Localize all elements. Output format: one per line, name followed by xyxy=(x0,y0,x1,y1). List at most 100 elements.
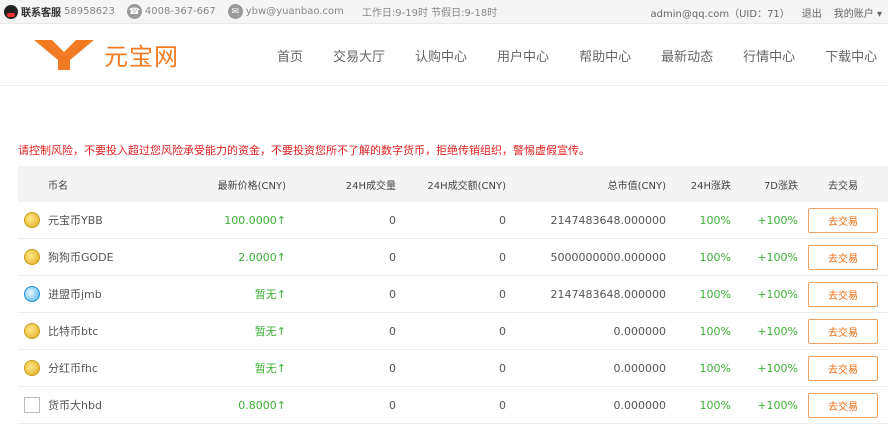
header-change-24h: 24H涨跌 xyxy=(690,180,731,192)
header-cap: 总市值(CNY) xyxy=(607,180,666,192)
phone-icon: ☎ xyxy=(126,4,142,19)
table-row: 元宝币YBB 100.0000↑ 0 0 2147483648.000000 100% +1… xyxy=(18,202,888,239)
coin-icon xyxy=(24,397,40,413)
cap-cell: 2147483648.000000 xyxy=(550,287,666,301)
action-cell: 去交易 xyxy=(798,207,888,233)
coin-icon xyxy=(24,286,40,302)
cap-cell: 0.000000 xyxy=(613,398,667,412)
coin-name: 狗狗币GODE xyxy=(48,251,114,264)
trade-button[interactable]: 去交易 xyxy=(808,392,878,418)
coin-name: 货币大hbd xyxy=(48,399,102,412)
price-cell: 100.0000↑ xyxy=(168,214,286,227)
header-price: 最新价格(CNY) xyxy=(217,180,286,192)
change-7d-cell: +100% xyxy=(757,250,798,264)
action-cell: 去交易 xyxy=(798,244,888,270)
kefu-label: 联系客服 xyxy=(21,8,61,19)
trade-button[interactable]: 去交易 xyxy=(808,244,878,270)
change-24h-cell: 100% xyxy=(699,398,731,412)
header-change-7d: 7D涨跌 xyxy=(763,180,798,192)
kefu-contact[interactable]: 联系客服 58958623 xyxy=(4,4,115,19)
cap-cell: 0.000000 xyxy=(613,361,667,375)
volume-cell: 0 xyxy=(389,213,396,227)
hours-text: 工作日:9-19时 节假日:9-18时 xyxy=(361,8,498,19)
price-value: 0.8000 xyxy=(238,398,277,412)
coin-icon xyxy=(24,360,40,376)
coin-icon xyxy=(24,249,40,265)
logo-mark-icon xyxy=(34,40,94,70)
coin-name-cell[interactable]: 比特币btc xyxy=(18,323,168,339)
main-nav: 首页 交易大厅 认购中心 用户中心 帮助中心 最新动态 行情中心 下载中心 xyxy=(262,24,888,86)
logout-link[interactable]: 退出 xyxy=(802,9,822,20)
price-cell: 暂无↑ xyxy=(168,360,286,376)
coin-name: 分红币fhc xyxy=(48,362,98,375)
coin-name: 比特币btc xyxy=(48,325,99,338)
my-account-link[interactable]: 我的账户 ▾ xyxy=(834,9,882,20)
amount-cell: 0 xyxy=(499,250,506,264)
volume-cell: 0 xyxy=(389,398,396,412)
trade-button[interactable]: 去交易 xyxy=(808,281,878,307)
action-cell: 去交易 xyxy=(798,281,888,307)
volume-cell: 0 xyxy=(389,250,396,264)
change-24h-cell: 100% xyxy=(699,213,731,227)
change-7d-cell: +100% xyxy=(757,324,798,338)
coin-icon xyxy=(24,323,40,339)
trade-button[interactable]: 去交易 xyxy=(808,355,878,381)
table-header: 币名 最新价格(CNY) 24H成交量 24H成交额(CNY) 总市值(CNY)… xyxy=(18,166,888,202)
arrow-up-icon: ↑ xyxy=(276,398,286,412)
trade-button[interactable]: 去交易 xyxy=(808,318,878,344)
volume-cell: 0 xyxy=(389,324,396,338)
email-contact[interactable]: ✉ ybw@yuanbao.com xyxy=(227,4,344,19)
amount-cell: 0 xyxy=(499,398,506,412)
top-bar: 联系客服 58958623 ☎ 4008-367-667 ✉ ybw@yuanb… xyxy=(0,0,888,24)
change-7d-cell: +100% xyxy=(757,398,798,412)
price-cell: 2.0000↑ xyxy=(168,251,286,264)
nav-market[interactable]: 行情中心 xyxy=(743,46,795,65)
amount-cell: 0 xyxy=(499,361,506,375)
change-24h-cell: 100% xyxy=(699,361,731,375)
nav-user-center[interactable]: 用户中心 xyxy=(497,46,549,65)
change-24h-cell: 100% xyxy=(699,324,731,338)
coin-name-cell[interactable]: 进盟币jmb xyxy=(18,286,168,302)
nav-help-center[interactable]: 帮助中心 xyxy=(579,46,631,65)
table-row: 分红币fhc 暂无↑ 0 0 0.000000 100% +100% 去交易 xyxy=(18,350,888,387)
price-value: 暂无 xyxy=(254,288,277,301)
risk-warning: 请控制风险，不要投入超过您风险承受能力的资金，不要投资您所不了解的数字货币，拒绝… xyxy=(18,144,590,157)
qq-icon xyxy=(4,4,18,19)
coin-name-cell[interactable]: 元宝币YBB xyxy=(18,212,168,228)
coin-name: 元宝币YBB xyxy=(48,214,103,227)
volume-cell: 0 xyxy=(389,287,396,301)
nav-home[interactable]: 首页 xyxy=(277,46,303,65)
coin-icon xyxy=(24,212,40,228)
price-cell: 暂无↑ xyxy=(168,286,286,302)
table-row: 狗狗币GODE 2.0000↑ 0 0 5000000000.000000 100% +10… xyxy=(18,239,888,276)
coin-name-cell[interactable]: 分红币fhc xyxy=(18,360,168,376)
price-value: 2.0000 xyxy=(238,250,277,264)
action-cell: 去交易 xyxy=(798,318,888,344)
table-row: 货币大hbd 0.8000↑ 0 0 0.000000 100% +100% 去交易 xyxy=(18,387,888,424)
change-7d-cell: +100% xyxy=(757,213,798,227)
change-7d-cell: +100% xyxy=(757,361,798,375)
coin-name-cell[interactable]: 货币大hbd xyxy=(18,397,168,413)
nav-trading-hall[interactable]: 交易大厅 xyxy=(333,46,385,65)
nav-news[interactable]: 最新动态 xyxy=(661,46,713,65)
nav-subscription[interactable]: 认购中心 xyxy=(415,46,467,65)
arrow-up-icon: ↑ xyxy=(276,325,286,338)
amount-cell: 0 xyxy=(499,213,506,227)
phone-number: 4008-367-667 xyxy=(144,6,216,17)
email-address: ybw@yuanbao.com xyxy=(245,6,344,17)
coin-name-cell[interactable]: 狗狗币GODE xyxy=(18,249,168,265)
email-icon: ✉ xyxy=(227,4,243,19)
header-amount: 24H成交额(CNY) xyxy=(427,180,506,192)
nav-download[interactable]: 下载中心 xyxy=(825,46,877,65)
amount-cell: 0 xyxy=(499,324,506,338)
arrow-up-icon: ↑ xyxy=(276,362,286,375)
logo[interactable]: 元宝网 xyxy=(32,36,179,72)
cap-cell: 5000000000.000000 xyxy=(550,250,666,264)
price-cell: 0.8000↑ xyxy=(168,399,286,412)
phone-contact: ☎ 4008-367-667 xyxy=(126,4,216,19)
trade-button[interactable]: 去交易 xyxy=(808,207,878,233)
change-24h-cell: 100% xyxy=(699,287,731,301)
action-cell: 去交易 xyxy=(798,355,888,381)
table-row: 比特币btc 暂无↑ 0 0 0.000000 100% +100% 去交易 xyxy=(18,313,888,350)
account-link[interactable]: admin@qq.com（UID：71） xyxy=(651,5,790,20)
